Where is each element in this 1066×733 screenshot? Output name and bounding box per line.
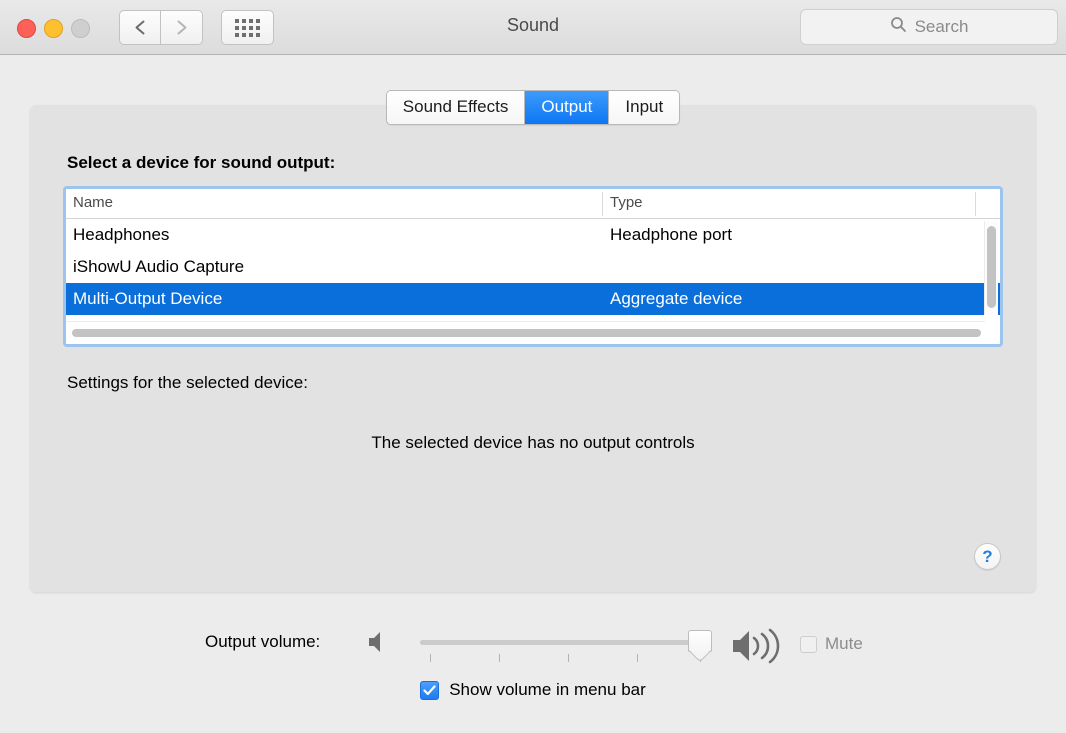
table-header-row: Name Type bbox=[66, 189, 1000, 219]
scrollbar-thumb[interactable] bbox=[72, 329, 981, 337]
mute-label: Mute bbox=[825, 634, 863, 653]
output-volume-label: Output volume: bbox=[205, 632, 321, 651]
window-titlebar: Sound Search bbox=[0, 0, 1066, 55]
checkmark-icon bbox=[423, 684, 436, 695]
table-vertical-scrollbar[interactable] bbox=[984, 221, 998, 315]
search-icon bbox=[890, 16, 907, 38]
tab-output[interactable]: Output bbox=[525, 91, 610, 124]
section-title: Select a device for sound output: bbox=[67, 153, 336, 172]
tab-sound-effects[interactable]: Sound Effects bbox=[386, 91, 526, 124]
output-volume-slider[interactable] bbox=[420, 630, 712, 674]
speaker-low-icon bbox=[367, 629, 391, 660]
device-name: Headphones bbox=[73, 225, 170, 244]
table-body: Headphones Headphone port iShowU Audio C… bbox=[66, 219, 1000, 316]
table-row[interactable]: Headphones Headphone port bbox=[66, 219, 1000, 251]
slider-track[interactable] bbox=[420, 640, 702, 645]
output-volume-row: Output volume: Mute bbox=[0, 626, 1066, 670]
settings-label: Settings for the selected device: bbox=[67, 373, 308, 392]
no-output-controls-message: The selected device has no output contro… bbox=[371, 433, 695, 452]
mute-checkbox[interactable] bbox=[800, 635, 817, 653]
help-button[interactable]: ? bbox=[974, 543, 1001, 570]
device-type: Headphone port bbox=[610, 225, 732, 244]
tab-input[interactable]: Input bbox=[609, 91, 680, 124]
device-name: iShowU Audio Capture bbox=[73, 257, 245, 276]
search-field[interactable]: Search bbox=[800, 9, 1058, 45]
table-row[interactable]: Multi-Output Device Aggregate device bbox=[66, 283, 1000, 315]
column-divider[interactable] bbox=[975, 192, 976, 216]
show-volume-menu-bar-control[interactable]: Show volume in menu bar bbox=[0, 680, 1066, 700]
column-header-type[interactable]: Type bbox=[610, 194, 643, 211]
mute-control[interactable]: Mute bbox=[800, 634, 863, 654]
preferences-panel: Select a device for sound output: Name T… bbox=[30, 105, 1036, 592]
speaker-high-icon bbox=[730, 626, 786, 671]
show-volume-checkbox[interactable] bbox=[420, 680, 440, 700]
device-name: Multi-Output Device bbox=[73, 289, 223, 308]
slider-ticks bbox=[420, 654, 702, 662]
table-row[interactable]: iShowU Audio Capture bbox=[66, 251, 1000, 283]
column-divider[interactable] bbox=[602, 192, 603, 216]
search-placeholder: Search bbox=[914, 17, 969, 36]
tab-bar: Sound Effects Output Input bbox=[0, 90, 1066, 125]
slider-thumb[interactable] bbox=[688, 630, 712, 652]
show-volume-label: Show volume in menu bar bbox=[449, 680, 646, 699]
scrollbar-thumb[interactable] bbox=[987, 226, 996, 308]
column-header-name[interactable]: Name bbox=[73, 194, 113, 211]
table-horizontal-scrollbar[interactable] bbox=[66, 321, 985, 344]
device-table[interactable]: Name Type Headphones Headphone port iSho… bbox=[63, 186, 1003, 347]
question-mark-icon: ? bbox=[982, 546, 993, 566]
device-type: Aggregate device bbox=[610, 289, 743, 308]
